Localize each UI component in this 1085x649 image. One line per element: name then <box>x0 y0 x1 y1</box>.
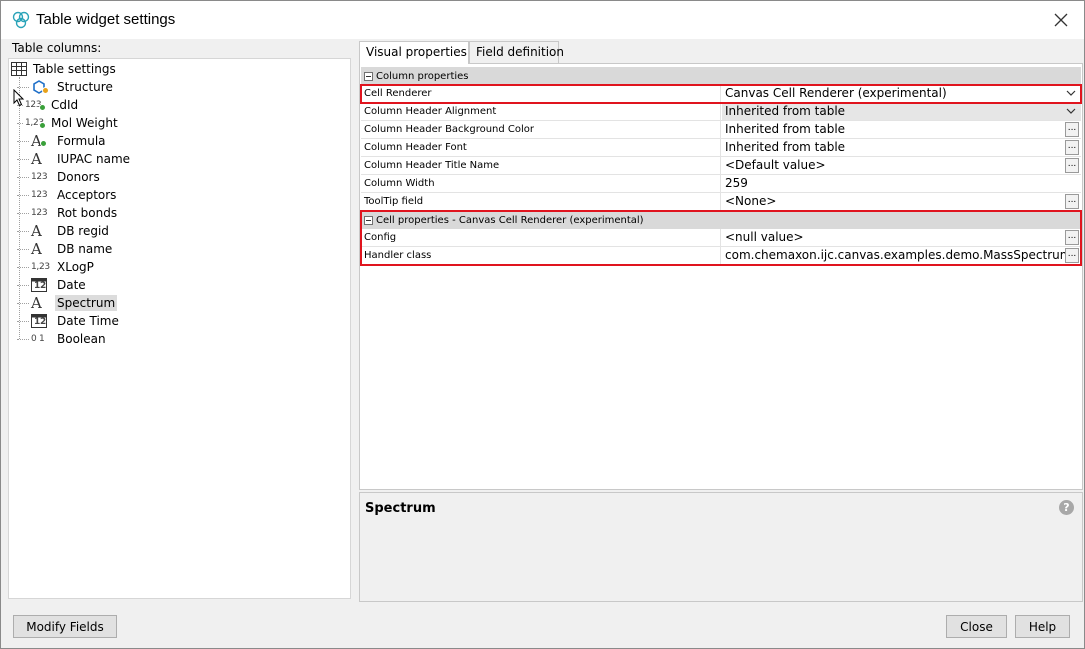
text-icon: A <box>31 150 42 168</box>
columns-tree: Table settings Structure 123 CdId 1,23 M… <box>8 58 351 599</box>
close-window-button[interactable] <box>1048 7 1074 33</box>
integer-key-icon: 123 <box>25 97 49 113</box>
dialog-window: Table widget settings Table columns: Tab… <box>0 0 1085 649</box>
prop-value[interactable]: <None> ... <box>722 193 1081 210</box>
tree-item-structure[interactable]: Structure <box>17 78 115 96</box>
prop-name: Column Header Font <box>361 139 721 156</box>
close-button[interactable]: Close <box>946 615 1007 638</box>
tree-item-boolean[interactable]: 0 1 Boolean <box>17 330 108 348</box>
tree-item-label: CdId <box>51 98 79 112</box>
highlight-box <box>360 210 1082 266</box>
mouse-cursor-icon <box>13 89 25 107</box>
prop-name: Column Header Background Color <box>361 121 721 138</box>
prop-value[interactable]: Inherited from table ... <box>722 121 1081 138</box>
tree-item-db-name[interactable]: A DB name <box>17 240 114 258</box>
prop-row-header-font: Column Header Font Inherited from table … <box>361 139 1081 157</box>
help-icon[interactable]: ? <box>1059 500 1074 515</box>
window-title: Table widget settings <box>36 11 176 28</box>
tree-item-label: Formula <box>57 134 106 148</box>
title-bar: Table widget settings <box>1 1 1084 39</box>
tree-item-iupac-name[interactable]: A IUPAC name <box>17 150 132 168</box>
text-icon: A <box>31 294 42 312</box>
tree-item-date-time[interactable]: 12 Date Time <box>17 312 121 330</box>
decimal-icon: 1,23 <box>31 262 50 272</box>
modify-fields-button[interactable]: Modify Fields <box>13 615 117 638</box>
calendar-icon: 12 <box>31 277 55 293</box>
prop-row-column-header-alignment: Column Header Alignment Inherited from t… <box>361 103 1081 121</box>
section-column-properties[interactable]: Column properties <box>361 67 1081 85</box>
prop-row-column-width: Column Width 259 <box>361 175 1081 193</box>
integer-icon: 123 <box>31 208 48 218</box>
tree-item-label: Boolean <box>57 332 106 346</box>
tree-item-mol-weight[interactable]: 1,23 Mol Weight <box>17 114 120 132</box>
highlight-box <box>360 84 1082 104</box>
description-pane: Spectrum ? <box>359 492 1083 602</box>
section-title: Column properties <box>376 70 469 82</box>
tree-item-cdid[interactable]: 123 CdId <box>17 96 80 114</box>
integer-icon: 123 <box>31 172 48 182</box>
chemaxon-logo-icon <box>12 11 30 29</box>
header-alignment-select[interactable]: Inherited from table <box>722 103 1081 120</box>
prop-value[interactable]: <Default value> ... <box>722 157 1081 174</box>
close-icon <box>1054 13 1068 27</box>
tab-visual-properties[interactable]: Visual properties <box>359 41 469 64</box>
tree-item-label: Date <box>57 278 86 292</box>
integer-icon: 123 <box>31 190 48 200</box>
tree-root-table-settings[interactable]: Table settings <box>11 60 116 78</box>
tab-field-definition[interactable]: Field definition <box>469 41 564 64</box>
text-icon: A <box>31 240 42 258</box>
text-calc-icon: A <box>31 132 55 150</box>
tree-item-label: DB regid <box>57 224 109 238</box>
table-columns-label: Table columns: <box>12 41 102 55</box>
property-sheet: Column properties Cell Renderer Canvas C… <box>359 63 1083 490</box>
prop-name: ToolTip field <box>361 193 721 210</box>
decimal-calc-icon: 1,23 <box>25 115 49 131</box>
prop-value[interactable]: Inherited from table ... <box>722 139 1081 156</box>
tree-item-label: Structure <box>57 80 113 94</box>
tree-item-db-regid[interactable]: A DB regid <box>17 222 111 240</box>
tree-item-xlogp[interactable]: 1,23 XLogP <box>17 258 96 276</box>
tree-item-rot-bonds[interactable]: 123 Rot bonds <box>17 204 119 222</box>
chevron-down-icon <box>1066 108 1076 114</box>
tree-item-label: Rot bonds <box>57 206 118 220</box>
collapse-icon[interactable] <box>364 71 373 81</box>
ellipsis-button[interactable]: ... <box>1065 122 1079 137</box>
prop-row-header-background-color: Column Header Background Color Inherited… <box>361 121 1081 139</box>
prop-name: Column Header Alignment <box>361 103 721 120</box>
ellipsis-button[interactable]: ... <box>1065 158 1079 173</box>
column-width-input[interactable]: 259 <box>722 175 1081 192</box>
tree-item-donors[interactable]: 123 Donors <box>17 168 102 186</box>
tree-item-label: Donors <box>57 170 100 184</box>
tree-item-label: Acceptors <box>57 188 117 202</box>
ellipsis-button[interactable]: ... <box>1065 194 1079 209</box>
table-grid-icon <box>11 62 27 76</box>
description-title: Spectrum <box>365 501 436 516</box>
structure-icon <box>31 79 55 95</box>
tree-item-acceptors[interactable]: 123 Acceptors <box>17 186 118 204</box>
tree-item-label: Mol Weight <box>51 116 118 130</box>
ellipsis-button[interactable]: ... <box>1065 140 1079 155</box>
tree-item-formula[interactable]: A Formula <box>17 132 108 150</box>
tree-item-label: XLogP <box>57 260 94 274</box>
tree-item-label: IUPAC name <box>57 152 131 166</box>
text-icon: A <box>31 222 42 240</box>
tree-item-spectrum[interactable]: A Spectrum <box>17 294 118 312</box>
calendar-icon: 12 <box>31 313 55 329</box>
help-button[interactable]: Help <box>1015 615 1070 638</box>
tree-item-label: DB name <box>57 242 113 256</box>
prop-name: Column Width <box>361 175 721 192</box>
tree-root-label: Table settings <box>33 62 116 76</box>
prop-row-header-title-name: Column Header Title Name <Default value>… <box>361 157 1081 175</box>
tree-item-label: Spectrum <box>55 295 118 311</box>
tree-item-label: Date Time <box>57 314 119 328</box>
prop-row-tooltip-field: ToolTip field <None> ... <box>361 193 1081 211</box>
prop-name: Column Header Title Name <box>361 157 721 174</box>
tree-item-date[interactable]: 12 Date <box>17 276 88 294</box>
boolean-icon: 0 1 <box>31 334 45 344</box>
